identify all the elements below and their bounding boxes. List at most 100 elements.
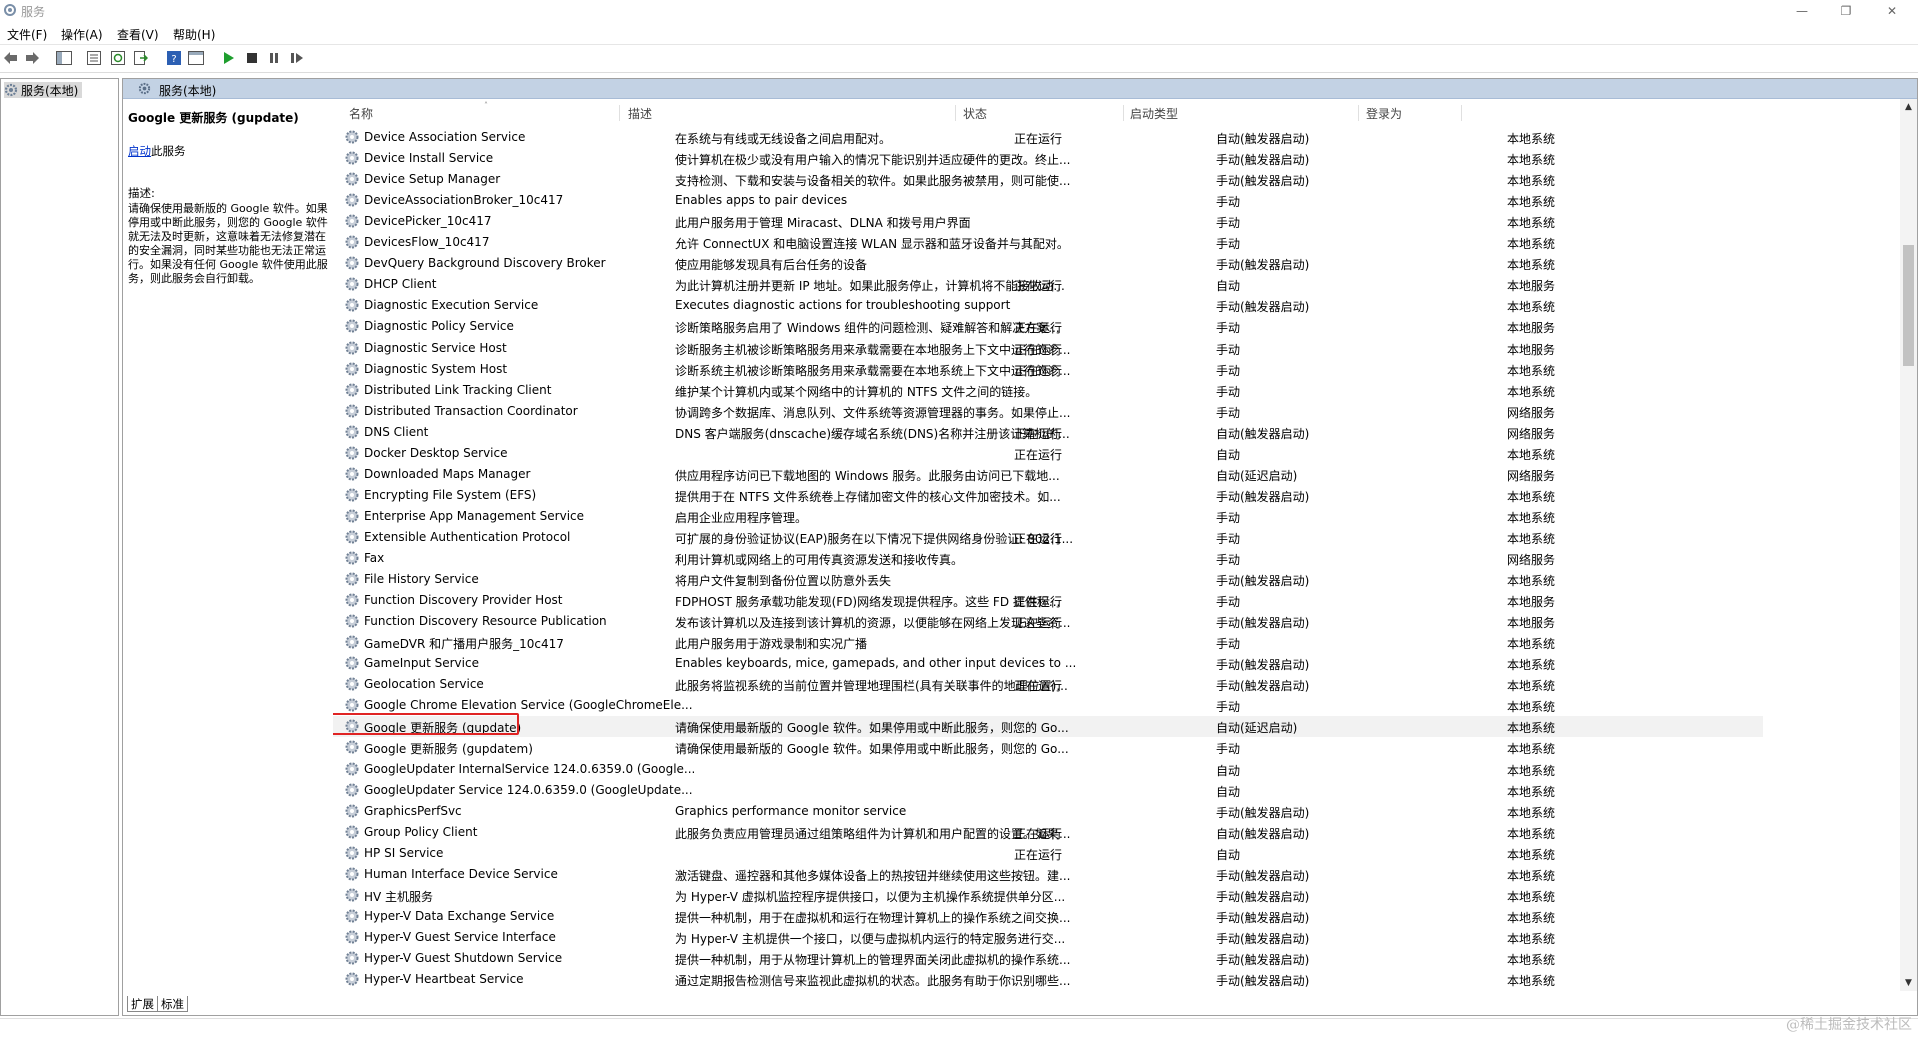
service-row[interactable]: Hyper-V Data Exchange Service 提供一种机制，用于在虚…	[333, 906, 1763, 927]
scroll-up-icon[interactable]: ▲	[1900, 99, 1917, 115]
service-row[interactable]: Diagnostic Service Host 诊断服务主机被诊断策略服务用来承载…	[333, 338, 1763, 359]
resume-service-icon[interactable]	[289, 50, 305, 66]
tree-node-services-local[interactable]: 服务(本地)	[4, 82, 83, 98]
service-name: DevQuery Background Discovery Broker	[364, 256, 606, 271]
service-description: Executes diagnostic actions for troubles…	[675, 298, 1011, 313]
view-icon[interactable]	[188, 50, 204, 66]
forward-icon[interactable]	[24, 50, 40, 66]
service-name: Encrypting File System (EFS)	[364, 487, 537, 502]
service-row[interactable]: GraphicsPerfSvc Graphics performance moni…	[333, 801, 1763, 822]
service-row[interactable]: Distributed Link Tracking Client 维护某个计算机内…	[333, 380, 1763, 401]
back-icon[interactable]	[3, 50, 19, 66]
service-logon-as: 本地系统	[1507, 805, 1556, 820]
service-name: Google 更新服务 (gupdatem)	[364, 742, 533, 757]
service-logon-as: 本地系统	[1507, 174, 1556, 189]
service-row[interactable]: GameInput Service Enables keyboards, mice…	[333, 653, 1763, 674]
export-icon[interactable]	[133, 50, 149, 66]
service-row[interactable]: Docker Desktop Service 正在运行 自动 本地系统	[333, 443, 1763, 464]
service-row[interactable]: File History Service 将用户文件复制到备份位置以防意外丢失 手动…	[333, 569, 1763, 590]
column-header-description[interactable]: 描述	[628, 105, 652, 122]
column-header-logon[interactable]: 登录为	[1366, 105, 1402, 122]
gear-icon	[345, 593, 359, 607]
service-row[interactable]: HV 主机服务 为 Hyper-V 虚拟机监控程序提供接口，以便为主机操作系统提供…	[333, 885, 1763, 906]
service-row[interactable]: Device Setup Manager 支持检测、下载和安装与设备相关的软件。如…	[333, 169, 1763, 190]
service-row[interactable]: Geolocation Service 此服务将监视系统的当前位置并管理地理围栏(…	[333, 674, 1763, 695]
restore-button[interactable]: ❐	[1826, 0, 1866, 22]
service-row[interactable]: Extensible Authentication Protocol 可扩展的身份…	[333, 527, 1763, 548]
service-name: Diagnostic Service Host	[364, 340, 507, 355]
service-row[interactable]: DevicePicker_10c417 此用户服务用于管理 Miracast、DL…	[333, 211, 1763, 232]
service-description: 提供用于在 NTFS 文件系统卷上存储加密文件的核心文件加密技术。如...	[675, 489, 1061, 504]
service-row[interactable]: Google 更新服务 (gupdatem) 请确保使用最新版的 Google 软…	[333, 737, 1763, 758]
service-name: File History Service	[364, 572, 479, 587]
service-row[interactable]: Enterprise App Management Service 启用企业应用程…	[333, 506, 1763, 527]
column-divider[interactable]	[1461, 105, 1462, 121]
column-divider[interactable]	[619, 105, 620, 121]
close-button[interactable]: ✕	[1872, 0, 1912, 22]
column-header-name[interactable]: 名称	[349, 105, 373, 122]
service-row[interactable]: Distributed Transaction Coordinator 协调跨多个…	[333, 401, 1763, 422]
service-row[interactable]: Device Install Service 使计算机在极少或没有用户输入的情况下…	[333, 148, 1763, 169]
service-row[interactable]: Fax 利用计算机或网络上的可用传真资源发送和接收传真。 手动 网络服务	[333, 548, 1763, 569]
service-description: Enables keyboards, mice, gamepads, and o…	[675, 656, 1077, 671]
pause-service-icon[interactable]	[266, 50, 282, 66]
start-service-icon[interactable]	[221, 50, 237, 66]
column-header-status[interactable]: 状态	[963, 105, 987, 122]
column-divider[interactable]	[1358, 105, 1359, 121]
gear-icon	[345, 319, 359, 333]
service-description: Enables apps to pair devices	[675, 193, 848, 208]
column-header-startup-type[interactable]: 启动类型	[1130, 105, 1178, 122]
service-description: 提供一种机制，用于在虚拟机和运行在物理计算机上的操作系统之间交换...	[675, 910, 1071, 925]
service-row[interactable]: Diagnostic Execution Service Executes dia…	[333, 295, 1763, 316]
service-row[interactable]: Google Chrome Elevation Service (GoogleC…	[333, 695, 1763, 716]
service-row[interactable]: DHCP Client 为此计算机注册并更新 IP 地址。如果此服务停止，计算机将…	[333, 274, 1763, 295]
service-row[interactable]: HP SI Service 正在运行 自动 本地系统	[333, 843, 1763, 864]
menu-view[interactable]: 查看(V)	[117, 26, 159, 43]
properties-icon[interactable]	[86, 50, 102, 66]
service-description: 请确保使用最新版的 Google 软件。如果停用或中断此服务，则您的 Go...	[675, 721, 1069, 736]
help-icon[interactable]: ?	[166, 50, 182, 66]
refresh-icon[interactable]	[110, 50, 126, 66]
service-startup-type: 手动	[1216, 237, 1241, 252]
service-row[interactable]: Function Discovery Resource Publication 发…	[333, 611, 1763, 632]
service-row[interactable]: GoogleUpdater Service 124.0.6359.0 (Goog…	[333, 780, 1763, 801]
show-tree-icon[interactable]	[56, 50, 72, 66]
svg-text:?: ?	[171, 54, 176, 65]
minimize-button[interactable]: —	[1782, 0, 1822, 22]
service-startup-type: 手动	[1216, 342, 1241, 357]
service-name: Downloaded Maps Manager	[364, 466, 531, 481]
stop-service-icon[interactable]	[244, 50, 260, 66]
service-row[interactable]: Hyper-V Guest Shutdown Service 提供一种机制，用于从…	[333, 948, 1763, 969]
service-row[interactable]: Encrypting File System (EFS) 提供用于在 NTFS 文…	[333, 485, 1763, 506]
service-row[interactable]: Diagnostic Policy Service 诊断策略服务启用了 Windo…	[333, 316, 1763, 337]
gear-icon	[345, 151, 359, 165]
service-startup-type: 手动	[1216, 595, 1241, 610]
menu-action[interactable]: 操作(A)	[61, 26, 103, 43]
service-row[interactable]: Function Discovery Provider Host FDPHOST …	[333, 590, 1763, 611]
vertical-scrollbar[interactable]: ▲ ▼	[1900, 99, 1917, 991]
service-row[interactable]: DevQuery Background Discovery Broker 使应用能…	[333, 253, 1763, 274]
column-divider[interactable]	[955, 105, 956, 121]
column-divider[interactable]	[1123, 105, 1124, 121]
service-row[interactable]: Group Policy Client 此服务负责应用管理员通过组策略组件为计算机…	[333, 822, 1763, 843]
service-row[interactable]: Google 更新服务 (gupdate) 请确保使用最新版的 Google 软件…	[333, 713, 1763, 738]
service-row[interactable]: Hyper-V Heartbeat Service 通过定期报告检测信号来监视此虚…	[333, 969, 1763, 990]
start-service-link[interactable]: 启动	[128, 144, 151, 158]
service-row[interactable]: DNS Client DNS 客户端服务(dnscache)缓存域名系统(DNS)…	[333, 422, 1763, 443]
service-row[interactable]: DeviceAssociationBroker_10c417 Enables ap…	[333, 190, 1763, 211]
menu-file[interactable]: 文件(F)	[7, 26, 47, 43]
scroll-down-icon[interactable]: ▼	[1900, 975, 1917, 991]
service-row[interactable]: GameDVR 和广播用户服务_10c417 此用户服务用于游戏录制和实况广播 手动…	[333, 632, 1763, 653]
service-row[interactable]: DevicesFlow_10c417 允许 ConnectUX 和电脑设置连接 W…	[333, 232, 1763, 253]
service-row[interactable]: Diagnostic System Host 诊断系统主机被诊断策略服务用来承载需…	[333, 359, 1763, 380]
menu-help[interactable]: 帮助(H)	[173, 26, 215, 43]
service-row[interactable]: Hyper-V Guest Service Interface 为 Hyper-V…	[333, 927, 1763, 948]
service-logon-as: 本地系统	[1507, 132, 1556, 146]
service-row[interactable]: GoogleUpdater InternalService 124.0.6359…	[333, 759, 1763, 780]
service-row[interactable]: Downloaded Maps Manager 供应用程序访问已下载地图的 Win…	[333, 464, 1763, 485]
tab-standard[interactable]: 标准	[157, 996, 188, 1012]
service-row[interactable]: Device Association Service 在系统与有线或无线设备之间启…	[333, 127, 1763, 148]
tab-extended[interactable]: 扩展	[127, 996, 158, 1012]
scrollbar-thumb[interactable]	[1903, 245, 1914, 366]
service-row[interactable]: Human Interface Device Service 激活键盘、遥控器和其…	[333, 864, 1763, 885]
